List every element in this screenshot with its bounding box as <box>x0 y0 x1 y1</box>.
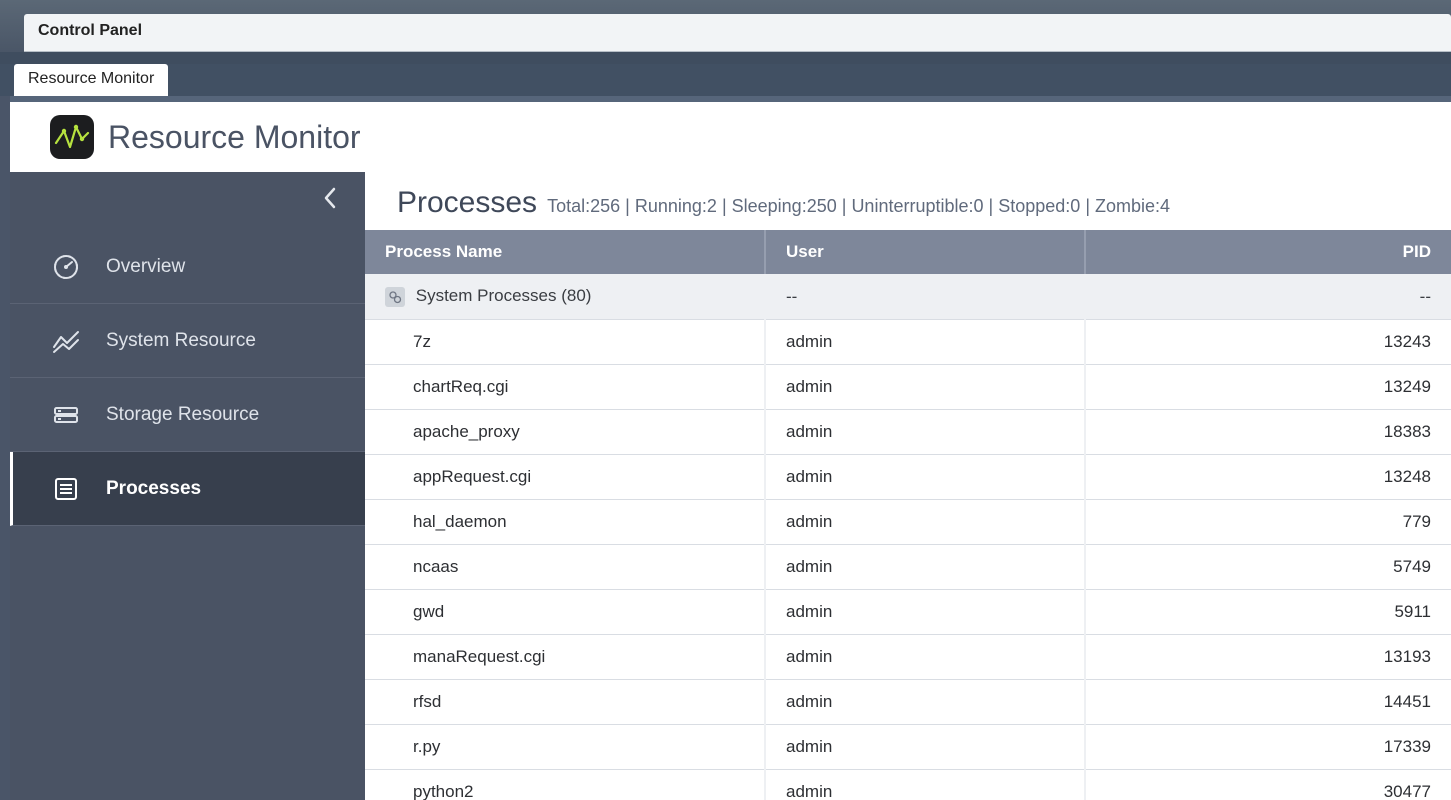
cell-process-name: gwd <box>365 590 765 635</box>
cell-user: admin <box>765 770 1085 800</box>
process-stats-summary: Total:256 | Running:2 | Sleeping:250 | U… <box>547 196 1170 217</box>
storage-icon <box>52 401 80 429</box>
sidebar-item-storage-resource[interactable]: Storage Resource <box>10 378 365 452</box>
main-content: Processes Total:256 | Running:2 | Sleepi… <box>365 172 1451 800</box>
cell-pid: 14451 <box>1085 680 1451 725</box>
cell-user: admin <box>765 500 1085 545</box>
resource-monitor-window-tab[interactable]: Resource Monitor <box>14 64 168 96</box>
table-header-row: Process Name User PID <box>365 230 1451 274</box>
cell-process-name: 7z <box>365 320 765 365</box>
collapse-sidebar-icon[interactable] <box>323 187 337 215</box>
gauge-icon <box>52 253 80 281</box>
cell-user: admin <box>765 545 1085 590</box>
table-row[interactable]: ncaasadmin5749 <box>365 545 1451 590</box>
sidebar-item-label: Storage Resource <box>106 404 259 426</box>
table-row[interactable]: chartReq.cgiadmin13249 <box>365 365 1451 410</box>
sidebar-item-overview[interactable]: Overview <box>10 230 365 304</box>
app-titlebar: Resource Monitor <box>10 102 1451 172</box>
cell-user: admin <box>765 590 1085 635</box>
cell-process-name: chartReq.cgi <box>365 365 765 410</box>
cell-pid: 5911 <box>1085 590 1451 635</box>
group-row-name: System Processes (80) <box>416 286 592 305</box>
group-row-pid: -- <box>1085 274 1451 320</box>
table-group-row[interactable]: System Processes (80) -- -- <box>365 274 1451 320</box>
table-row[interactable]: python2admin30477 <box>365 770 1451 800</box>
window-gap <box>0 52 1451 64</box>
cell-process-name: python2 <box>365 770 765 800</box>
cell-process-name: apache_proxy <box>365 410 765 455</box>
secondary-tab-row: Resource Monitor <box>0 64 1451 96</box>
control-panel-window-tab[interactable]: Control Panel <box>24 14 1451 52</box>
cell-user: admin <box>765 365 1085 410</box>
cell-process-name: appRequest.cgi <box>365 455 765 500</box>
column-header-process-name[interactable]: Process Name <box>365 230 765 274</box>
cell-pid: 5749 <box>1085 545 1451 590</box>
chart-line-icon <box>52 327 80 355</box>
group-row-user: -- <box>765 274 1085 320</box>
resource-monitor-app-icon <box>50 115 94 159</box>
table-row[interactable]: hal_daemonadmin779 <box>365 500 1451 545</box>
cell-process-name: hal_daemon <box>365 500 765 545</box>
column-header-user[interactable]: User <box>765 230 1085 274</box>
column-header-pid[interactable]: PID <box>1085 230 1451 274</box>
cell-pid: 13193 <box>1085 635 1451 680</box>
cell-process-name: ncaas <box>365 545 765 590</box>
process-table-wrap: Process Name User PID <box>365 230 1451 800</box>
table-row[interactable]: rfsdadmin14451 <box>365 680 1451 725</box>
sidebar-item-label: System Resource <box>106 330 256 352</box>
table-row[interactable]: apache_proxyadmin18383 <box>365 410 1451 455</box>
cell-pid: 13249 <box>1085 365 1451 410</box>
page-title: Processes <box>397 186 537 220</box>
sidebar-item-processes[interactable]: Processes <box>10 452 365 526</box>
cell-pid: 13248 <box>1085 455 1451 500</box>
cell-pid: 779 <box>1085 500 1451 545</box>
sidebar-item-system-resource[interactable]: System Resource <box>10 304 365 378</box>
gear-icon <box>385 287 405 307</box>
sidebar-item-label: Overview <box>106 256 185 278</box>
table-row[interactable]: 7zadmin13243 <box>365 320 1451 365</box>
cell-pid: 17339 <box>1085 725 1451 770</box>
cell-user: admin <box>765 725 1085 770</box>
cell-user: admin <box>765 320 1085 365</box>
desktop-header-area: Control Panel <box>0 0 1451 52</box>
cell-pid: 13243 <box>1085 320 1451 365</box>
cell-user: admin <box>765 635 1085 680</box>
table-row[interactable]: gwdadmin5911 <box>365 590 1451 635</box>
app-window: Resource Monitor Overview <box>10 102 1451 800</box>
table-row[interactable]: r.pyadmin17339 <box>365 725 1451 770</box>
main-header: Processes Total:256 | Running:2 | Sleepi… <box>365 172 1451 230</box>
sidebar-item-label: Processes <box>106 478 201 500</box>
cell-process-name: manaRequest.cgi <box>365 635 765 680</box>
sidebar-collapse-row <box>10 172 365 230</box>
cell-user: admin <box>765 410 1085 455</box>
cell-user: admin <box>765 455 1085 500</box>
table-row[interactable]: appRequest.cgiadmin13248 <box>365 455 1451 500</box>
cell-pid: 18383 <box>1085 410 1451 455</box>
sidebar: Overview System Resource <box>10 172 365 800</box>
list-icon <box>52 475 80 503</box>
table-row[interactable]: manaRequest.cgiadmin13193 <box>365 635 1451 680</box>
cell-pid: 30477 <box>1085 770 1451 800</box>
app-title: Resource Monitor <box>108 119 361 156</box>
cell-user: admin <box>765 680 1085 725</box>
process-table: Process Name User PID <box>365 230 1451 800</box>
cell-process-name: r.py <box>365 725 765 770</box>
cell-process-name: rfsd <box>365 680 765 725</box>
